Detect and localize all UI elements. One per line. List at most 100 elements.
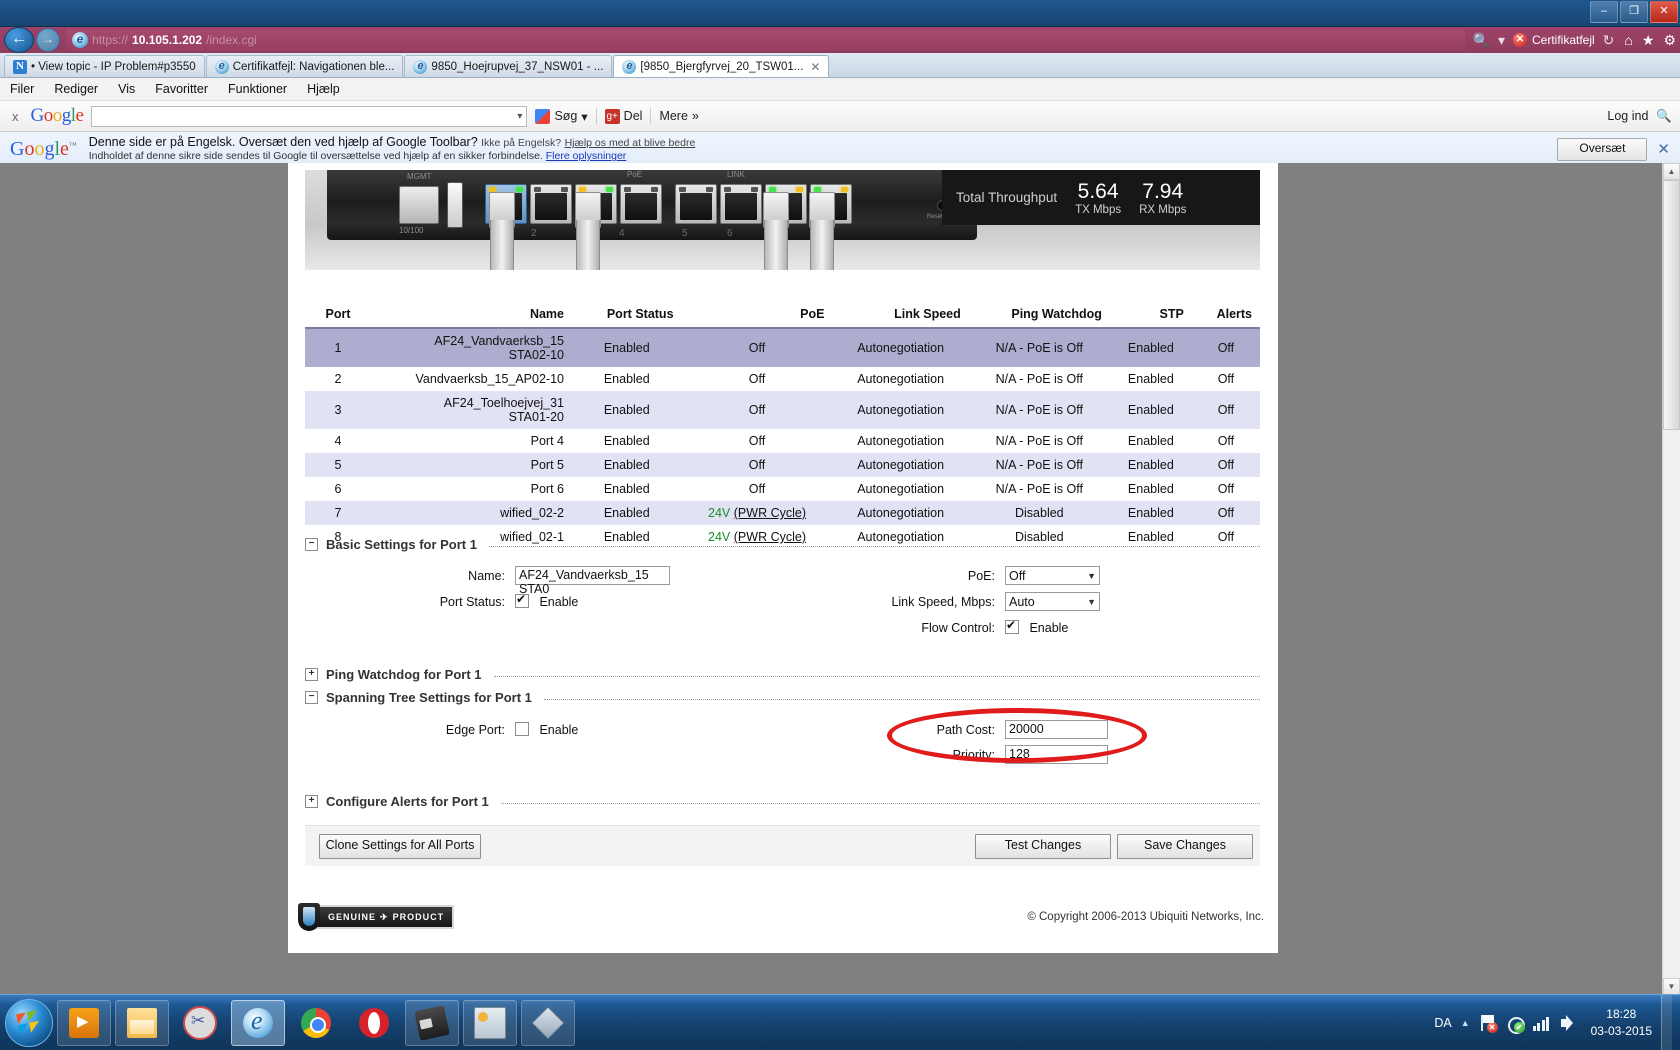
google-share-button[interactable]: g+ Del (604, 108, 642, 124)
cell-name: Port 5 (371, 453, 572, 477)
expand-toggle-icon[interactable]: + (305, 668, 318, 681)
ubiquiti-page: 10/100 PoE LINK MGMT Reset 2 4 5 6 Total… (288, 163, 1278, 953)
taskbar-item-monitoring-app[interactable] (463, 999, 517, 1046)
certificate-error-badge[interactable]: ✕ Certifikatfejl (1512, 33, 1595, 47)
clock[interactable]: 18:28 03-03-2015 (1587, 1006, 1652, 1038)
forward-button[interactable]: → (36, 28, 60, 52)
name-input[interactable]: AF24_Vandvaerksb_15 STA0 (515, 566, 670, 596)
login-icon[interactable]: 🔍 (1656, 109, 1672, 124)
section-spanning-tree-header[interactable]: − Spanning Tree Settings for Port 1 (305, 690, 1260, 705)
taskbar-item-chrome[interactable] (289, 1000, 343, 1046)
menu-item-funktioner[interactable]: Funktioner (228, 82, 287, 96)
cell-port: 7 (305, 501, 371, 525)
section-ping-watchdog-header[interactable]: + Ping Watchdog for Port 1 (305, 667, 1260, 682)
close-icon[interactable]: ✕ (1657, 140, 1670, 158)
scroll-down-button[interactable]: ▼ (1663, 978, 1680, 995)
save-changes-button[interactable]: Save Changes (1117, 834, 1253, 859)
flow-control-label: Flow Control: (921, 621, 995, 635)
taskbar-item-archive-app[interactable] (521, 999, 575, 1046)
address-input[interactable]: e https:// 10.105.1.202 /index.cgi (66, 29, 1465, 51)
poe-selected-value: Off (1009, 568, 1026, 583)
home-icon[interactable]: ⌂ (1624, 32, 1632, 49)
tab-certifikatfejl[interactable]: e Certifikatfejl: Navigationen ble... (205, 55, 404, 77)
clone-settings-button[interactable]: Clone Settings for All Ports (319, 834, 481, 859)
table-row[interactable]: 2 Vandvaerksb_15_AP02-10 Enabled Off Aut… (305, 367, 1260, 391)
table-row[interactable]: 3 AF24_Toelhoejvej_31 STA01-20 Enabled O… (305, 391, 1260, 429)
close-button[interactable]: ✕ (1650, 1, 1678, 23)
genuine-label: GENUINE (328, 912, 377, 922)
more-info-link[interactable]: Flere oplysninger (546, 150, 627, 162)
poe-select[interactable]: Off ▼ (1005, 566, 1100, 585)
collapse-toggle-icon[interactable]: − (305, 691, 318, 704)
translate-button[interactable]: Oversæt (1557, 137, 1648, 161)
google-search-button[interactable]: Søg ▾ (535, 108, 588, 124)
login-label[interactable]: Log ind (1607, 109, 1648, 123)
refresh-icon[interactable]: ↻ (1603, 32, 1615, 49)
link-speed-select[interactable]: Auto ▼ (1005, 592, 1100, 611)
cell-port: 5 (305, 453, 371, 477)
cell-link-speed: Autonegotiation (832, 367, 969, 391)
close-icon[interactable]: ✕ (810, 60, 820, 74)
tab-hoejrupvej-nsw01[interactable]: e 9850_Hoejrupvej_37_NSW01 - ... (404, 55, 613, 77)
translate-help-link[interactable]: Hjælp os med at blive bedre (565, 137, 696, 149)
ie-icon: e (622, 59, 637, 74)
restore-button[interactable]: ❐ (1620, 1, 1648, 23)
cell-stp: Enabled (1109, 477, 1192, 501)
port-number-2: 2 (531, 228, 537, 239)
port-status-checkbox[interactable] (515, 592, 529, 608)
scrollbar-thumb[interactable] (1663, 180, 1680, 430)
table-row[interactable]: 6 Port 6 Enabled Off Autonegotiation N/A… (305, 477, 1260, 501)
google-translate-bar: Google™ Denne side er på Engelsk. Oversæ… (0, 132, 1680, 167)
taskbar-item-snipping-tool[interactable] (173, 1000, 227, 1046)
taskbar-item-windows-media-player[interactable] (57, 999, 111, 1046)
menu-item-hjaelp[interactable]: Hjælp (307, 82, 340, 96)
taskbar-item-file-explorer[interactable] (115, 999, 169, 1046)
expand-toggle-icon[interactable]: + (305, 795, 318, 808)
taskbar-item-usb-device[interactable] (405, 999, 459, 1046)
table-row[interactable]: 5 Port 5 Enabled Off Autonegotiation N/A… (305, 453, 1260, 477)
section-basic-settings-header[interactable]: − Basic Settings for Port 1 (305, 537, 1260, 552)
start-button[interactable] (5, 998, 53, 1047)
tools-gear-icon[interactable]: ⚙ (1663, 32, 1676, 49)
table-row[interactable]: 1 AF24_Vandvaerksb_15 STA02-10 Enabled O… (305, 328, 1260, 367)
tab-bjergfyrvej-tsw01[interactable]: e [9850_Bjergfyrvej_20_TSW01... ✕ (613, 55, 830, 77)
minimize-button[interactable]: – (1590, 1, 1618, 23)
show-desktop-button[interactable] (1661, 995, 1672, 1050)
chevron-down-icon[interactable]: ▾ (517, 111, 522, 122)
scroll-up-button[interactable]: ▲ (1663, 163, 1680, 180)
google-more-button[interactable]: Mere » (659, 109, 698, 123)
signal-strength-icon[interactable] (1532, 1015, 1551, 1031)
favorites-icon[interactable]: ★ (1642, 32, 1655, 49)
tab-view-topic[interactable]: N • View topic - IP Problem#p3550 (4, 55, 205, 77)
search-icon[interactable]: 🔍 (1473, 32, 1490, 49)
section-configure-alerts-header[interactable]: + Configure Alerts for Port 1 (305, 794, 1260, 809)
test-changes-button[interactable]: Test Changes (975, 834, 1111, 859)
action-center-flag-icon[interactable]: ✕ (1479, 1014, 1498, 1033)
vertical-scrollbar[interactable]: ▲ ▼ (1662, 163, 1680, 995)
cell-name: Vandvaerksb_15_AP02-10 (371, 367, 572, 391)
menu-item-vis[interactable]: Vis (118, 82, 135, 96)
volume-icon[interactable] (1560, 1014, 1578, 1032)
network-sync-icon[interactable]: ✔ (1506, 1014, 1525, 1034)
table-row[interactable]: 4 Port 4 Enabled Off Autonegotiation N/A… (305, 429, 1260, 453)
flow-control-checkbox[interactable] (1005, 618, 1019, 634)
language-indicator[interactable]: DA (1434, 1016, 1451, 1030)
show-hidden-icons-button[interactable]: ▲ (1461, 1018, 1470, 1028)
cell-port: 1 (305, 328, 371, 367)
taskbar-item-opera[interactable] (347, 1000, 401, 1046)
cell-watchdog: N/A - PoE is Off (968, 429, 1110, 453)
close-toolbar-icon[interactable]: x (8, 109, 23, 124)
table-row[interactable]: 7 wified_02-2 Enabled 24V (PWR Cycle) Au… (305, 501, 1260, 525)
menu-item-favoritter[interactable]: Favoritter (155, 82, 208, 96)
cell-port: 3 (305, 391, 371, 429)
taskbar-item-internet-explorer[interactable] (231, 999, 285, 1046)
pwr-cycle-link[interactable]: (PWR Cycle) (734, 506, 806, 520)
back-button[interactable]: ← (4, 27, 34, 53)
chevron-down-icon[interactable]: ▾ (1498, 32, 1505, 49)
menu-item-rediger[interactable]: Rediger (54, 82, 98, 96)
menu-item-filer[interactable]: Filer (10, 82, 34, 96)
chevron-down-icon[interactable]: ▾ (581, 109, 587, 124)
edge-port-checkbox[interactable] (515, 722, 529, 736)
collapse-toggle-icon[interactable]: − (305, 538, 318, 551)
google-search-input[interactable]: ▾ (91, 105, 528, 127)
